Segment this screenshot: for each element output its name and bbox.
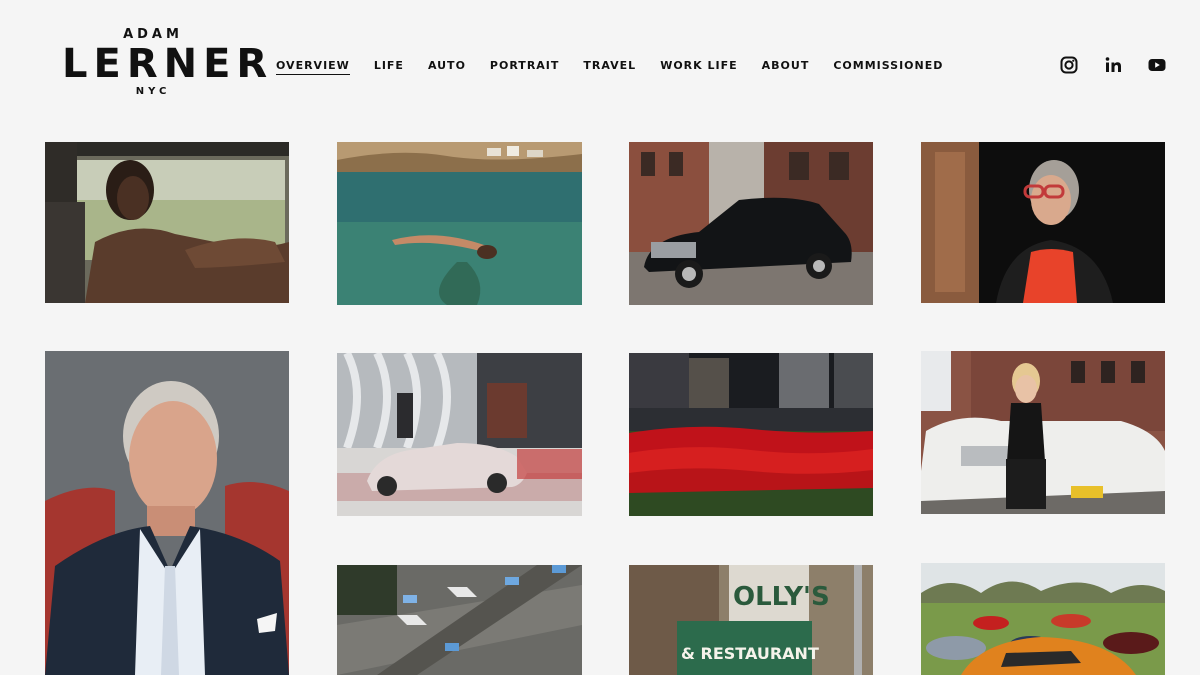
diver-in-lake-photo[interactable] <box>337 142 582 305</box>
nav-life[interactable]: LIFE <box>374 59 404 75</box>
red-tulips-city-photo[interactable] <box>629 353 873 516</box>
nav-commissioned[interactable]: COMMISSIONED <box>833 59 943 75</box>
nav-portrait[interactable]: PORTRAIT <box>490 59 559 75</box>
nav-about[interactable]: ABOUT <box>762 59 810 75</box>
nav-overview[interactable]: OVERVIEW <box>276 59 350 75</box>
man-in-car-photo[interactable] <box>45 142 289 303</box>
restaurant-sign-photo[interactable]: OLLY'S & RESTAURANT <box>629 565 873 675</box>
classic-car-street-photo[interactable] <box>629 142 873 305</box>
logo-sub: NYC <box>135 86 171 97</box>
linkedin-icon[interactable] <box>1104 56 1122 74</box>
svg-text:& RESTAURANT: & RESTAURANT <box>681 644 819 663</box>
woman-red-glasses-portrait[interactable] <box>921 142 1165 303</box>
main-nav: OVERVIEW LIFE AUTO PORTRAIT TRAVEL WORK … <box>276 59 943 75</box>
svg-text:OLLY'S: OLLY'S <box>733 582 830 612</box>
nav-auto[interactable]: AUTO <box>428 59 466 75</box>
motion-car-storefront-photo[interactable] <box>337 353 582 516</box>
logo-top: ADAM <box>123 27 183 42</box>
logo-main: LERNER <box>62 41 274 87</box>
nav-work-life[interactable]: WORK LIFE <box>660 59 737 75</box>
social-links <box>1060 56 1166 74</box>
site-logo[interactable]: ADAM LERNER NYC <box>62 27 274 98</box>
nav-travel[interactable]: TRAVEL <box>583 59 636 75</box>
classic-cars-field-photo[interactable] <box>921 563 1165 675</box>
silver-haired-man-portrait[interactable] <box>45 351 289 675</box>
youtube-icon[interactable] <box>1148 56 1166 74</box>
aerial-street-photo[interactable] <box>337 565 582 675</box>
woman-on-white-car-photo[interactable] <box>921 351 1165 514</box>
instagram-icon[interactable] <box>1060 56 1078 74</box>
